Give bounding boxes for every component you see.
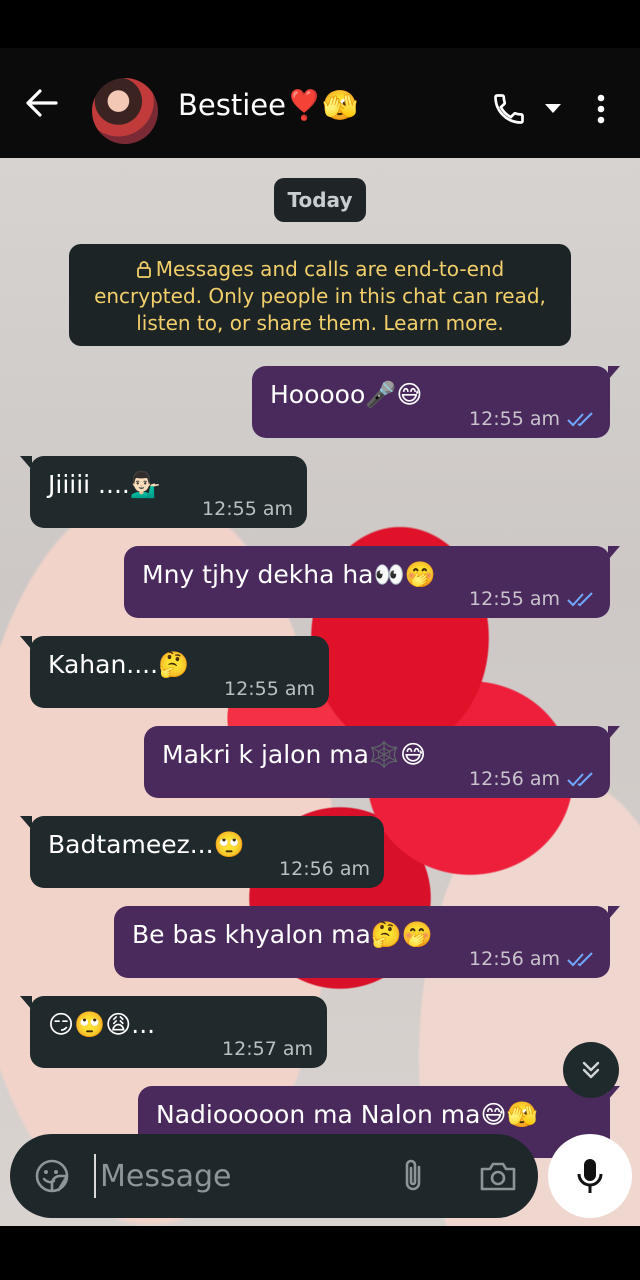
paperclip-icon [405,1159,421,1191]
message-time: 12:55 am [224,678,315,700]
message-time: 12:56 am [279,858,370,880]
attach-button[interactable] [396,1156,430,1196]
message-time: 12:55 am [469,588,560,610]
read-receipt-icon [567,952,593,967]
back-arrow-icon [26,89,58,117]
scroll-to-bottom-button[interactable] [563,1042,619,1098]
read-receipt-icon [567,412,593,427]
voice-call-button[interactable] [488,88,530,130]
message-time: 12:56 am [469,768,560,790]
message-text: Jiiiii ....💁🏻‍♂️ [48,470,161,499]
camera-icon [480,1162,516,1191]
message-bubble-incoming[interactable]: 😏🙄😩... 12:57 am [20,996,327,1068]
message-bubble-outgoing[interactable]: Mny tjhy dekha ha👀🤭 12:55 am [124,546,620,618]
encryption-notice[interactable]: Messages and calls are end-to-end encryp… [69,244,571,346]
message-bubble-outgoing[interactable]: Makri k jalon ma🕸️😅 12:56 am [144,726,620,798]
phone-icon [494,94,524,124]
message-time: 12:55 am [469,408,560,430]
more-vert-icon [597,94,605,124]
message-bubble-outgoing[interactable]: Be bas khyalon ma🤔🤭 12:56 am [114,906,620,978]
caret-down-icon [545,104,561,113]
message-time: 12:56 am [469,948,560,970]
voice-message-button[interactable] [548,1134,632,1218]
encryption-notice-text: Messages and calls are end-to-end encryp… [94,257,546,335]
read-receipt-icon [567,772,593,787]
message-text: Makri k jalon ma🕸️😅 [162,740,427,769]
message-bubble-outgoing[interactable]: Hooooo🎤😅 12:55 am [252,366,620,438]
message-time: 12:57 am [222,1038,313,1060]
camera-button[interactable] [476,1156,520,1196]
emoji-sticker-button[interactable] [32,1156,72,1196]
message-bubble-incoming[interactable]: Jiiiii ....💁🏻‍♂️ 12:55 am [20,456,307,528]
message-bubble-incoming[interactable]: Kahan....🤔 12:55 am [20,636,329,708]
date-chip: Today [274,178,366,222]
back-button[interactable] [22,86,62,120]
message-time: 12:55 am [202,498,293,520]
message-bubble-incoming[interactable]: Badtameez...🙄 12:56 am [20,816,384,888]
message-text: Hooooo🎤😅 [270,380,423,409]
message-text: Mny tjhy dekha ha👀🤭 [142,560,436,589]
call-options-button[interactable] [540,96,566,122]
chat-header: Bestiee❣️🫣 [0,48,640,158]
microphone-icon [577,1159,603,1193]
message-input[interactable] [94,1154,374,1198]
chat-area[interactable]: Today Messages and calls are end-to-end … [0,158,640,1226]
message-text: Badtameez...🙄 [48,830,245,859]
message-text: 😏🙄😩... [48,1010,156,1039]
read-receipt-icon [567,592,593,607]
lock-icon [136,261,151,278]
message-text: Be bas khyalon ma🤔🤭 [132,920,434,949]
sticker-icon [35,1159,69,1193]
navigation-bar [0,1226,640,1280]
status-bar [0,0,640,48]
contact-name[interactable]: Bestiee❣️🫣 [178,88,358,123]
message-composer [10,1134,538,1218]
double-chevron-down-icon [582,1061,600,1079]
message-text: Nadiooooon ma Nalon ma😅🫣 [156,1100,538,1129]
more-options-button[interactable] [586,88,616,130]
message-text: Kahan....🤔 [48,650,190,679]
contact-avatar[interactable] [92,78,158,144]
